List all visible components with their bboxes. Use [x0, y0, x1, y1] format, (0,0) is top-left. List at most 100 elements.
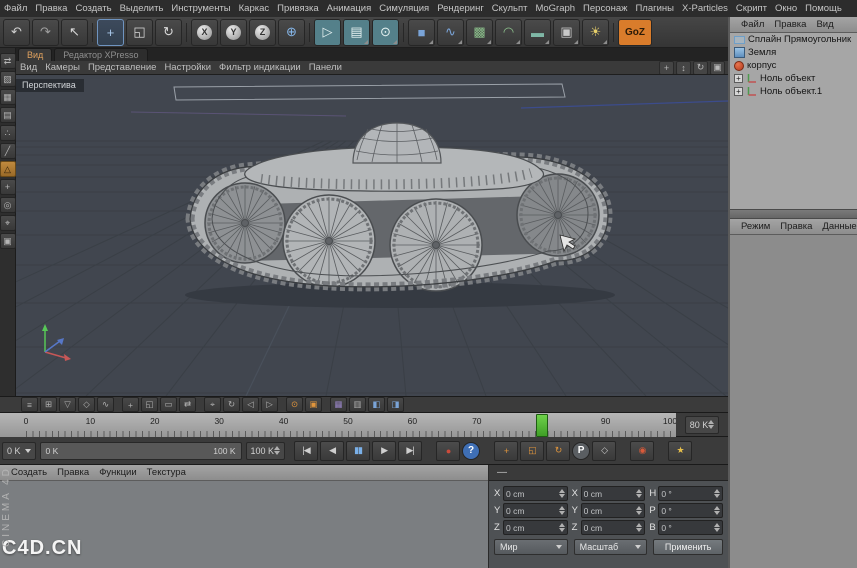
- stepper-icon[interactable]: [559, 506, 565, 515]
- coordinates-title[interactable]: —: [489, 465, 728, 481]
- subdivision-surface-icon[interactable]: ▩: [466, 18, 493, 46]
- stepper-icon[interactable]: [559, 489, 565, 498]
- light-icon[interactable]: ☀: [582, 18, 609, 46]
- workplane-lock-icon[interactable]: ▣: [0, 233, 16, 249]
- perspective-viewport[interactable]: Перспектива: [16, 75, 728, 397]
- view-label[interactable]: Перспектива: [16, 79, 84, 92]
- scale-tool-icon[interactable]: ◱: [126, 18, 153, 46]
- record-scale-button[interactable]: ◱: [520, 440, 545, 461]
- next-frame-button[interactable]: ▶: [372, 440, 397, 461]
- viewport-solo-icon[interactable]: ◎: [0, 197, 16, 213]
- record-position-button[interactable]: +: [494, 440, 519, 461]
- stepper-icon[interactable]: [636, 523, 642, 532]
- previous-frame-button[interactable]: ◀: [320, 440, 345, 461]
- menubar-menu-item[interactable]: Каркас: [235, 3, 274, 14]
- environment-icon[interactable]: ▬: [524, 18, 551, 46]
- summary-track-icon[interactable]: ≡: [21, 397, 38, 412]
- materials-menu-item[interactable]: Правка: [52, 467, 94, 478]
- key-mode-icon[interactable]: ◇: [78, 397, 95, 412]
- track-before-icon[interactable]: ◁: [242, 397, 259, 412]
- viewport-menu-item[interactable]: Настройки: [160, 62, 215, 73]
- viewport-menu-item[interactable]: Вид: [16, 62, 41, 73]
- frame-stepper-icon[interactable]: [708, 420, 714, 429]
- coordinate-system-icon[interactable]: ⊕: [278, 18, 305, 46]
- zoom-view-icon[interactable]: ↕: [676, 61, 691, 74]
- axis-mode-icon[interactable]: +: [0, 179, 16, 195]
- pan-view-icon[interactable]: +: [659, 61, 674, 74]
- viewport-tab[interactable]: Вид: [18, 48, 53, 61]
- rotate-tool-icon[interactable]: ↻: [155, 18, 182, 46]
- camera-icon[interactable]: ▣: [553, 18, 580, 46]
- coordinate-field[interactable]: 0 °: [658, 486, 724, 501]
- viewport-canvas[interactable]: [16, 75, 728, 396]
- expander-icon[interactable]: +: [734, 74, 743, 83]
- menubar-menu-item[interactable]: Привязка: [273, 3, 323, 14]
- viewport-menu-item[interactable]: Фильтр индикации: [215, 62, 305, 73]
- menubar-menu-item[interactable]: Помощь: [801, 3, 846, 14]
- panel-splitter[interactable]: [730, 209, 857, 219]
- layer-a-icon[interactable]: ◧: [368, 397, 385, 412]
- stepper-icon[interactable]: [714, 506, 720, 515]
- coordinate-field[interactable]: 0 cm: [503, 520, 568, 535]
- hierarchy-icon[interactable]: ⊞: [40, 397, 57, 412]
- menubar-menu-item[interactable]: Выделить: [116, 3, 168, 14]
- model-mode-icon[interactable]: ▧: [0, 71, 16, 87]
- viewport-menu-item[interactable]: Камеры: [41, 62, 84, 73]
- menubar-menu-item[interactable]: Скрипт: [732, 3, 771, 14]
- object-manager-menu-item[interactable]: Файл: [736, 19, 769, 30]
- object-manager-menu-item[interactable]: Правка: [769, 19, 811, 30]
- snap-keys-icon[interactable]: ⌖: [204, 397, 221, 412]
- lock-z-axis-icon[interactable]: Z: [249, 18, 276, 46]
- region-tool-icon[interactable]: ▭: [160, 397, 177, 412]
- live-selection-icon[interactable]: ↖: [61, 18, 88, 46]
- menubar-menu-item[interactable]: MoGraph: [531, 3, 579, 14]
- render-picture-viewer-icon[interactable]: ▤: [343, 18, 370, 46]
- materials-menu-item[interactable]: Функции: [94, 467, 141, 478]
- expander-icon[interactable]: +: [734, 87, 743, 96]
- tank-model[interactable]: [185, 122, 615, 308]
- range-end-field[interactable]: 100 K: [245, 441, 286, 460]
- spline-pen-icon[interactable]: ∿: [437, 18, 464, 46]
- stepper-icon[interactable]: [636, 489, 642, 498]
- auto-mode-icon[interactable]: ▣: [305, 397, 322, 412]
- texture-mode-icon[interactable]: ▦: [0, 89, 16, 105]
- stepper-icon[interactable]: [559, 523, 565, 532]
- object-korpus[interactable]: корпус: [730, 59, 857, 72]
- playhead-marker[interactable]: [536, 414, 548, 437]
- ripple-edit-icon[interactable]: ⇄: [179, 397, 196, 412]
- record-rotation-button[interactable]: ↻: [546, 440, 571, 461]
- add-cube-icon[interactable]: ■: [408, 18, 435, 46]
- attribute-manager-menu-item[interactable]: Правка: [775, 221, 817, 232]
- current-frame-field[interactable]: 80 K: [684, 415, 720, 434]
- edges-mode-icon[interactable]: ╱: [0, 143, 16, 159]
- menubar-menu-item[interactable]: Правка: [31, 3, 71, 14]
- materials-menu-item[interactable]: Текстура: [142, 467, 191, 478]
- menubar-menu-item[interactable]: Инструменты: [167, 3, 234, 14]
- scale-dropdown[interactable]: Масштаб: [573, 539, 648, 555]
- play-button[interactable]: ▮▮: [346, 440, 371, 461]
- sound-track-icon[interactable]: ▥: [349, 397, 366, 412]
- space-dropdown[interactable]: Мир: [494, 539, 568, 555]
- coordinate-field[interactable]: 0 °: [658, 520, 724, 535]
- materials-menu-item[interactable]: Создать: [6, 467, 52, 478]
- rotate-view-icon[interactable]: ↻: [693, 61, 708, 74]
- layer-b-icon[interactable]: ◨: [387, 397, 404, 412]
- render-view-icon[interactable]: ▷: [314, 18, 341, 46]
- coordinate-field[interactable]: 0 cm: [580, 486, 646, 501]
- coordinate-field[interactable]: 0 cm: [503, 486, 568, 501]
- polygons-mode-icon[interactable]: △: [0, 161, 16, 177]
- menubar-menu-item[interactable]: Создать: [71, 3, 115, 14]
- object-manager-menu-item[interactable]: Вид: [811, 19, 838, 30]
- record-parameter-button[interactable]: P: [572, 441, 591, 460]
- attribute-manager-area[interactable]: [730, 235, 857, 557]
- snap-toggle-icon[interactable]: ⌖: [0, 215, 16, 231]
- toggle-layout-icon[interactable]: ▣: [710, 61, 725, 74]
- apply-button[interactable]: Применить: [653, 539, 723, 555]
- marker-icon[interactable]: ▽: [59, 397, 76, 412]
- record-keyframe-button[interactable]: ●: [436, 440, 461, 461]
- move-keys-icon[interactable]: +: [122, 397, 139, 412]
- link-selection-icon[interactable]: ⊙: [286, 397, 303, 412]
- menubar-menu-item[interactable]: Рендеринг: [433, 3, 488, 14]
- menubar-menu-item[interactable]: Плагины: [631, 3, 678, 14]
- workplane-mode-icon[interactable]: ▤: [0, 107, 16, 123]
